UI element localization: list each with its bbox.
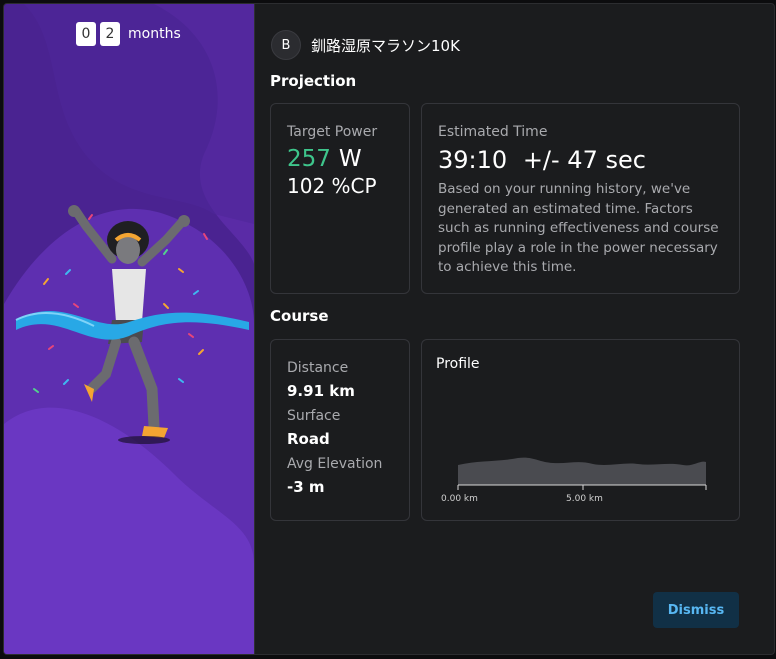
profile-x-tick-label: 5.00 km — [566, 494, 603, 504]
target-power-cp: 102 %CP — [287, 174, 377, 198]
elevation-profile-area — [458, 457, 706, 485]
estimated-time-description: Based on your running history, we've gen… — [438, 181, 719, 275]
dismiss-button[interactable]: Dismiss — [653, 592, 739, 628]
projection-heading: Projection — [270, 72, 357, 90]
countdown-unit-label: months — [128, 26, 181, 42]
details-panel: B 釧路湿原マラソン10K Projection Target Power 25… — [255, 4, 774, 654]
estimated-time-value: 39:10 — [438, 146, 508, 174]
course-stats-card: Distance 9.91 km Surface Road Avg Elevat… — [270, 339, 410, 521]
target-power-card: Target Power 257 W 102 %CP — [270, 103, 410, 294]
target-power-label: Target Power — [287, 124, 378, 140]
distance-label: Distance — [287, 360, 349, 376]
target-power-unit: W — [338, 146, 362, 172]
countdown-digit: 2 — [100, 22, 120, 46]
surface-value: Road — [287, 430, 330, 448]
course-profile-card: Profile 0.00 km 5.00 km — [421, 339, 740, 521]
profile-title: Profile — [436, 356, 480, 372]
race-header: B 釧路湿原マラソン10K — [271, 30, 460, 60]
race-name: 釧路湿原マラソン10K — [311, 36, 460, 55]
estimated-time-card: Estimated Time 39:10 +/- 47 sec Based on… — [421, 103, 740, 294]
target-power-line: 257 W — [287, 146, 393, 172]
race-projection-modal: 0 2 months B 釧路湿原マラソン10K Projection Targ… — [3, 3, 775, 655]
race-priority-badge: B — [271, 30, 301, 60]
countdown: 0 2 months — [76, 22, 181, 46]
course-heading: Course — [270, 307, 329, 325]
estimated-time-line: 39:10 +/- 47 sec — [438, 146, 723, 174]
surface-label: Surface — [287, 408, 341, 424]
avg-elevation-value: -3 m — [287, 478, 325, 496]
finish-line-runner-illustration — [4, 4, 254, 654]
profile-x-tick-label: 0.00 km — [441, 494, 478, 504]
estimated-time-margin: +/- 47 sec — [522, 146, 646, 174]
target-power-value: 257 — [287, 146, 331, 172]
distance-value: 9.91 km — [287, 382, 355, 400]
countdown-digit: 0 — [76, 22, 96, 46]
elevation-profile-chart: 0.00 km 5.00 km — [441, 457, 707, 504]
avg-elevation-label: Avg Elevation — [287, 456, 383, 472]
illustration-panel: 0 2 months — [4, 4, 254, 654]
estimated-time-label: Estimated Time — [438, 124, 548, 140]
